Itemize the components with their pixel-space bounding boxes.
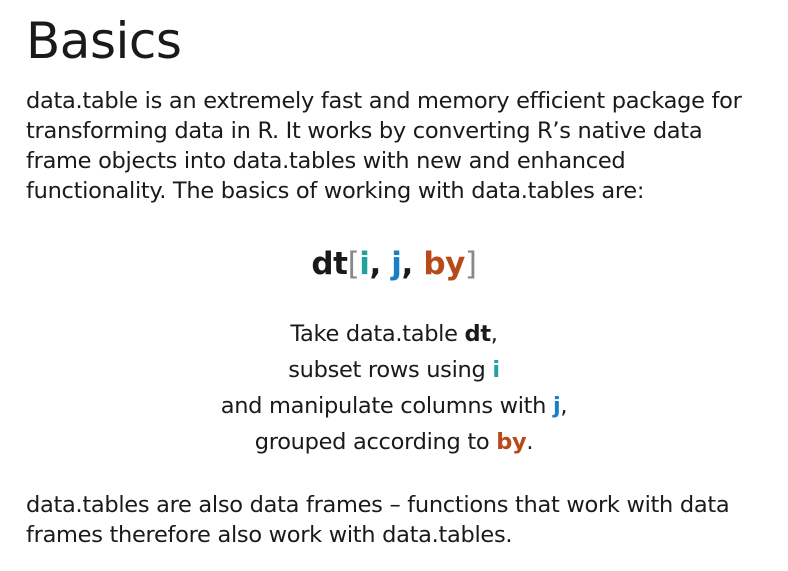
explanation-term-dt: dt <box>464 321 492 347</box>
syntax-separator-2: , <box>401 246 424 282</box>
syntax-open-bracket: [ <box>347 246 360 282</box>
intro-paragraph: data.table is an extremely fast and memo… <box>26 88 742 204</box>
syntax-j: j <box>391 246 402 282</box>
syntax-by: by <box>423 246 465 282</box>
syntax-i: i <box>359 246 370 282</box>
explanation-line-2: subset rows using i <box>0 352 788 388</box>
explanation-line-1-prefix: Take data.table <box>290 321 465 347</box>
syntax-close-bracket: ] <box>464 246 477 282</box>
syntax-expression: dt[i, j, by] <box>0 242 788 286</box>
explanation-term-by: by <box>496 429 527 455</box>
explanation-term-i: i <box>492 357 500 383</box>
explanation-line-3-prefix: and manipulate columns with <box>220 393 553 419</box>
syntax-explanation: Take data.table dt, subset rows using i … <box>0 316 788 460</box>
syntax-dt: dt <box>311 246 348 282</box>
explanation-line-4: grouped according to by. <box>0 424 788 460</box>
outro-paragraph: data.tables are also data frames – funct… <box>26 492 730 548</box>
explanation-line-3: and manipulate columns with j, <box>0 388 788 424</box>
explanation-line-4-prefix: grouped according to <box>254 429 497 455</box>
syntax-separator-1: , <box>369 246 392 282</box>
explanation-line-1: Take data.table dt, <box>0 316 788 352</box>
explanation-line-4-suffix: . <box>526 429 534 455</box>
explanation-line-2-prefix: subset rows using <box>288 357 493 383</box>
slide: Basics data.table is an extremely fast a… <box>0 0 788 571</box>
explanation-line-3-suffix: , <box>560 393 568 419</box>
page-title: Basics <box>26 12 182 70</box>
explanation-line-1-suffix: , <box>490 321 498 347</box>
